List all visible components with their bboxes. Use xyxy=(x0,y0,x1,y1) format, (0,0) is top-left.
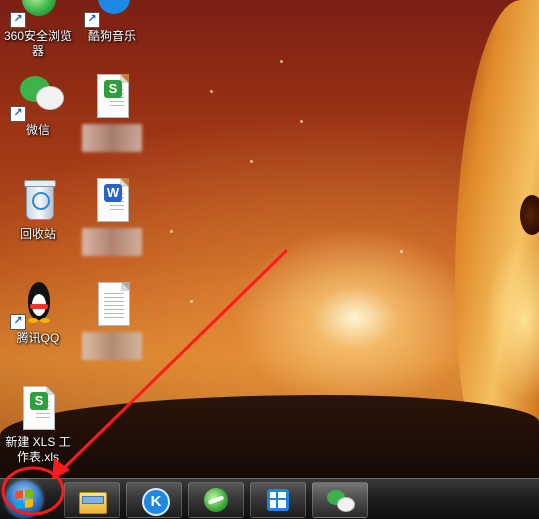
desktop-icon-new-xls[interactable]: S 新建 XLS 工作表.xls xyxy=(0,384,76,465)
wallpaper-lion-eye xyxy=(520,195,539,235)
taskbar-wechat[interactable] xyxy=(312,482,368,518)
icon-label: 酷狗音乐 xyxy=(87,29,136,43)
wechat-icon xyxy=(326,486,355,514)
desktop-icon-blurred-doc[interactable]: W xyxy=(74,176,150,256)
desktop-icon-wechat[interactable]: ↗ 微信 xyxy=(0,72,76,138)
browser-icon xyxy=(202,486,230,514)
spreadsheet-file-icon: S xyxy=(14,384,62,432)
shortcut-arrow-icon: ↗ xyxy=(10,314,26,330)
desktop-icon-kugou[interactable]: ↗ 酷狗音乐 xyxy=(74,0,150,44)
shortcut-arrow-icon: ↗ xyxy=(10,12,26,28)
desktop-icon-blurred-txt[interactable] xyxy=(74,280,150,360)
icon-label: 360安全浏览器 xyxy=(3,29,73,58)
shortcut-arrow-icon: ↗ xyxy=(10,106,26,122)
qq-penguin-icon: ↗ xyxy=(10,280,62,330)
blurred-filename xyxy=(82,332,142,360)
taskbar: K xyxy=(0,478,539,519)
recycle-bin-icon xyxy=(14,176,62,224)
desktop-icon-recycle-bin[interactable]: 回收站 xyxy=(0,176,76,242)
blurred-filename xyxy=(82,228,142,256)
icon-label: 腾讯QQ xyxy=(16,331,60,345)
taskbar-app-grid[interactable] xyxy=(250,482,306,518)
grid-app-icon xyxy=(264,486,292,514)
document-file-icon: W xyxy=(88,176,136,224)
icon-label: 微信 xyxy=(25,123,50,137)
wallpaper-hill xyxy=(0,395,539,478)
wps-sheet-badge-icon: S xyxy=(30,392,48,410)
start-button[interactable] xyxy=(6,481,42,517)
kugou-icon: K xyxy=(140,486,170,516)
blurred-filename xyxy=(82,124,142,152)
taskbar-file-explorer[interactable] xyxy=(64,482,120,518)
icon-label: 回收站 xyxy=(19,227,56,241)
kugou-icon: ↗ xyxy=(84,0,136,28)
wechat-icon: ↗ xyxy=(10,72,64,122)
browser-icon: ↗ xyxy=(10,0,62,28)
wps-sheet-badge-icon: S xyxy=(104,80,122,98)
taskbar-kugou[interactable]: K xyxy=(126,482,182,518)
desktop-icon-360-browser[interactable]: ↗ 360安全浏览器 xyxy=(0,0,76,59)
windows-logo-icon xyxy=(15,489,33,509)
icon-label: 新建 XLS 工作表.xls xyxy=(5,435,71,464)
desktop-icon-qq[interactable]: ↗ 腾讯QQ xyxy=(0,280,76,346)
taskbar-360-browser[interactable] xyxy=(188,482,244,518)
wps-writer-badge-icon: W xyxy=(104,184,122,202)
folder-icon xyxy=(78,486,107,514)
spreadsheet-file-icon: S xyxy=(88,72,136,120)
desktop: ↗ 360安全浏览器 ↗ 酷狗音乐 ↗ 微信 S 回收站 W ↗ 腾讯QQ S … xyxy=(0,0,539,478)
text-file-icon xyxy=(88,280,136,328)
shortcut-arrow-icon: ↗ xyxy=(84,12,100,28)
desktop-icon-blurred-xls[interactable]: S xyxy=(74,72,150,152)
